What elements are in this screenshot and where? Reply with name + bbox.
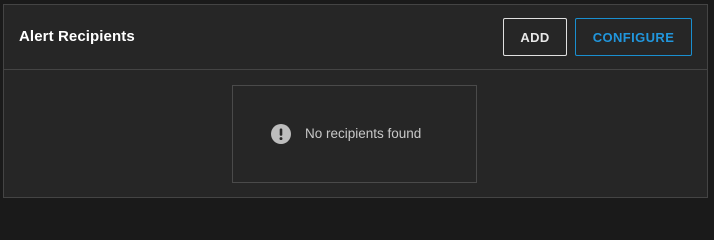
add-button[interactable]: ADD (503, 18, 567, 56)
panel-header: Alert Recipients ADD CONFIGURE (4, 5, 707, 70)
panel-title: Alert Recipients (19, 28, 135, 45)
empty-state: No recipients found (232, 85, 477, 183)
configure-button[interactable]: CONFIGURE (575, 18, 692, 56)
exclamation-circle-icon (271, 124, 291, 144)
empty-state-message: No recipients found (305, 126, 422, 141)
alert-recipients-panel: Alert Recipients ADD CONFIGURE No recipi… (3, 4, 708, 198)
